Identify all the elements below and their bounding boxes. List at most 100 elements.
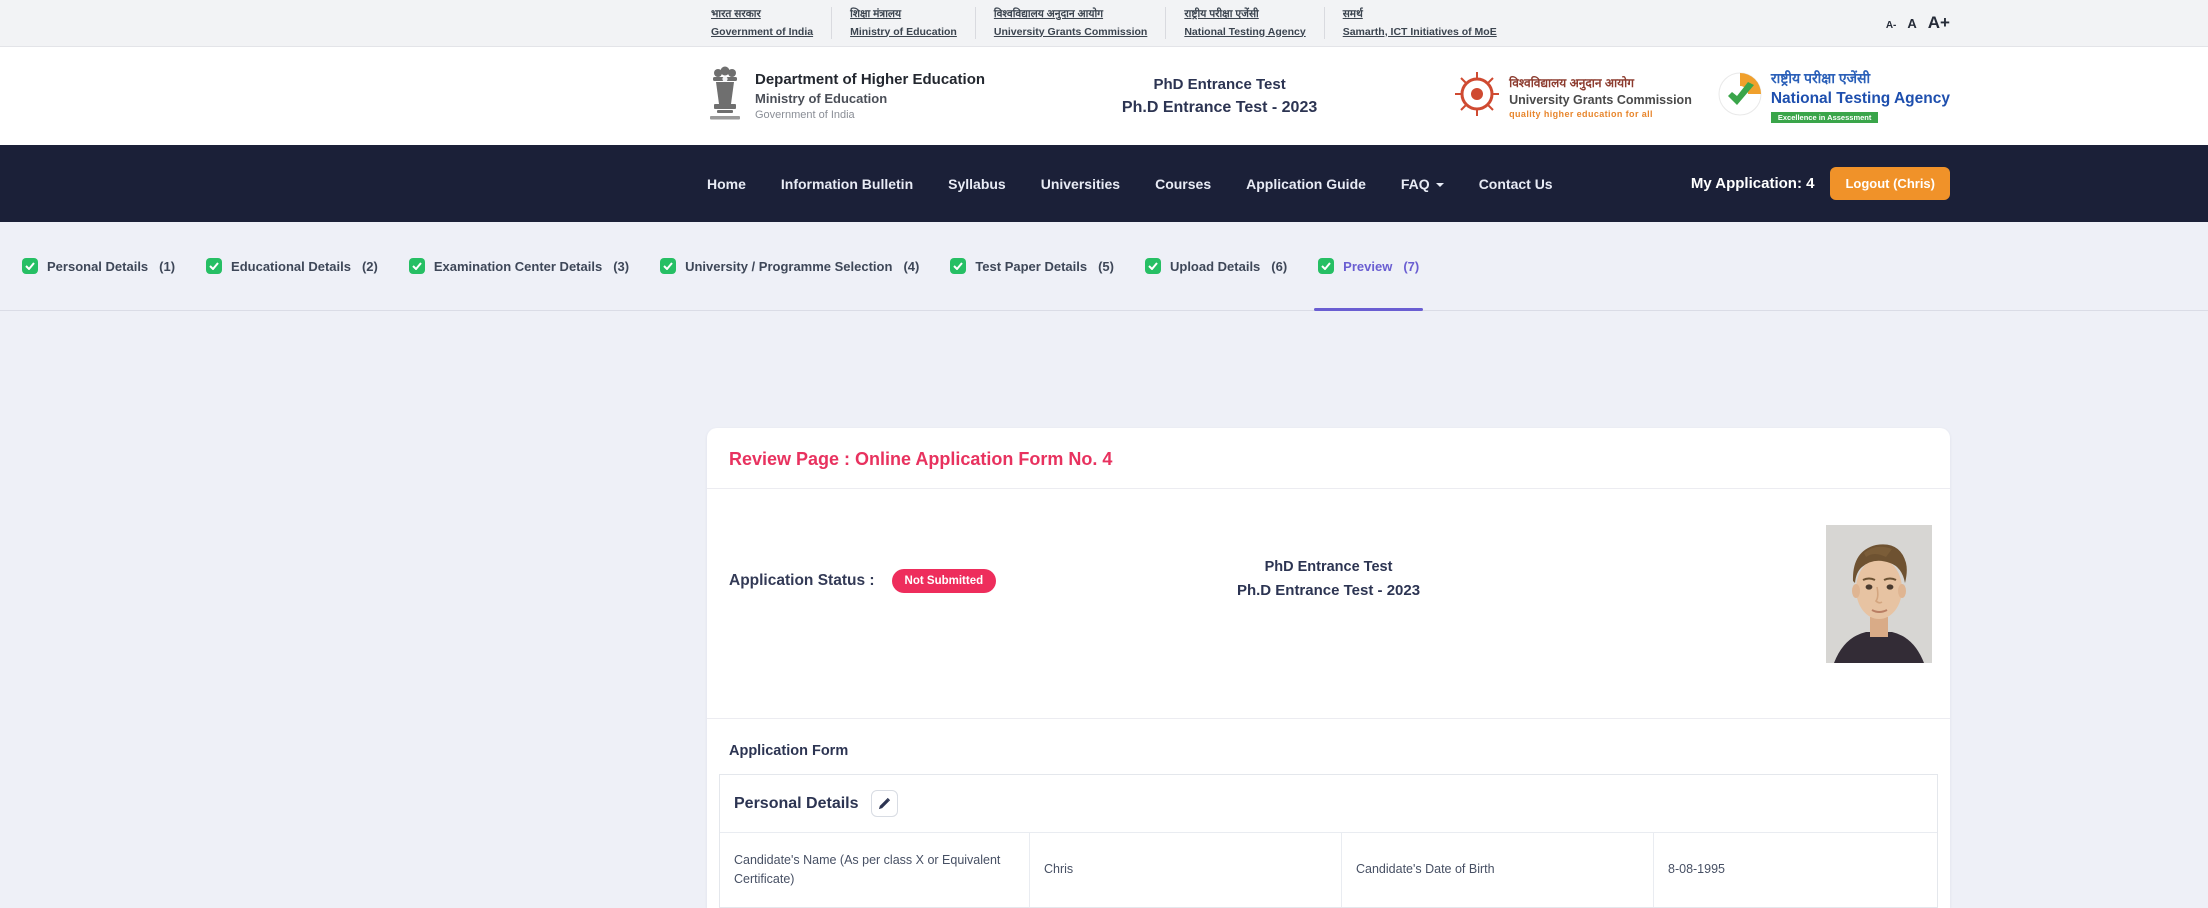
link-ministry-of-education[interactable]: शिक्षा मंत्रालय Ministry of Education — [832, 7, 976, 39]
link-hindi-label: समर्थ — [1342, 8, 1363, 21]
step-label: Upload Details — [1169, 258, 1261, 274]
field-label-date-of-birth: Candidate's Date of Birth — [1342, 833, 1654, 907]
review-page-title: Review Page : Online Application Form No… — [729, 449, 1113, 469]
main-navbar: Home Information Bulletin Syllabus Unive… — [0, 145, 2208, 222]
ugc-english-name: University Grants Commission — [1509, 92, 1692, 107]
link-english-label: University Grants Commission — [993, 25, 1148, 38]
application-form-label: Application Form — [729, 743, 849, 759]
checked-checkbox-icon[interactable] — [1144, 258, 1161, 274]
checked-checkbox-icon[interactable] — [22, 258, 38, 274]
link-english-label: Samarth, ICT Initiatives of MoE — [1342, 25, 1497, 38]
step-number: (6) — [1271, 258, 1288, 274]
step-label: Educational Details — [231, 258, 351, 274]
site-header: Department of Higher Education Ministry … — [0, 47, 2208, 145]
link-samarth[interactable]: समर्थ Samarth, ICT Initiatives of MoE — [1325, 7, 1515, 38]
checked-checkbox-icon[interactable] — [660, 258, 677, 274]
partner-logos: विश्वविद्यालय अनुदान आयोग University Gra… — [1454, 69, 1950, 123]
form-step-tabs: Personal Details (1) Educational Details… — [0, 222, 2208, 311]
department-branding: Department of Higher Education Ministry … — [707, 66, 985, 127]
field-value-date-of-birth: 8-08-1995 — [1668, 862, 1725, 877]
step-number: (1) — [159, 258, 176, 274]
exam-title: PhD Entrance Test Ph.D Entrance Test - 2… — [1122, 76, 1317, 117]
link-english-label: Government of India — [711, 25, 814, 38]
link-government-of-india[interactable]: भारत सरकार Government of India — [707, 7, 833, 39]
font-size-controls: A- A A+ — [1886, 13, 1950, 33]
font-decrease-button[interactable]: A- — [1886, 20, 1897, 31]
personal-details-title: Personal Details — [734, 794, 859, 812]
step-number: (2) — [361, 258, 378, 274]
application-status-section: Application Status : Not Submitted PhD E… — [707, 489, 1950, 719]
step-label: Examination Center Details — [433, 258, 603, 274]
candidate-photo — [1826, 525, 1932, 663]
logout-button[interactable]: Logout (Chris) — [1830, 167, 1950, 200]
nav-item-contact-us[interactable]: Contact Us — [1479, 176, 1553, 192]
ugc-logo: विश्वविद्यालय अनुदान आयोग University Gra… — [1454, 71, 1692, 122]
exam-title-line2: Ph.D Entrance Test - 2023 — [1121, 98, 1318, 116]
field-label-candidate-name: Candidate's Name (As per class X or Equi… — [720, 833, 1030, 907]
department-subtext: Government of India — [755, 109, 855, 121]
step-number: (7) — [1403, 258, 1420, 274]
checked-checkbox-icon[interactable] — [1318, 258, 1335, 274]
my-application-count[interactable]: My Application: 4 — [1691, 175, 1815, 192]
checked-checkbox-icon[interactable] — [950, 258, 967, 274]
ugc-tagline: quality higher education for all — [1509, 108, 1653, 119]
link-hindi-label: विश्वविद्यालय अनुदान आयोग — [993, 8, 1104, 21]
step-number: (3) — [613, 258, 630, 274]
checked-checkbox-icon[interactable] — [408, 258, 425, 274]
nav-item-syllabus[interactable]: Syllabus — [948, 176, 1006, 192]
step-label: Test Paper Details — [975, 258, 1088, 274]
government-links: भारत सरकार Government of India शिक्षा मं… — [707, 7, 1515, 39]
nav-item-home[interactable]: Home — [707, 176, 746, 192]
link-english-label: National Testing Agency — [1184, 25, 1306, 38]
link-hindi-label: शिक्षा मंत्रालय — [850, 8, 902, 21]
top-strip: भारत सरकार Government of India शिक्षा मं… — [0, 0, 2208, 47]
nta-excellence-badge: Excellence in Assessment — [1770, 112, 1879, 123]
nav-menu: Home Information Bulletin Syllabus Unive… — [707, 176, 1553, 192]
india-emblem-icon — [707, 66, 743, 127]
step-educational-details[interactable]: Educational Details (2) — [206, 222, 378, 310]
field-value-candidate-name: Chris — [1030, 833, 1342, 907]
department-title: Department of Higher Education — [755, 71, 986, 88]
link-english-label: Ministry of Education — [850, 25, 957, 38]
nav-item-application-guide[interactable]: Application Guide — [1246, 176, 1366, 192]
main-content: Review Page : Online Application Form No… — [0, 311, 2208, 908]
link-hindi-label: भारत सरकार — [711, 8, 761, 21]
nta-hindi-name: राष्ट्रीय परीक्षा एजेंसी — [1770, 70, 1871, 86]
step-number: (4) — [903, 258, 920, 274]
exam-title-review-line2: Ph.D Entrance Test - 2023 — [1236, 582, 1421, 599]
nta-english-name: National Testing Agency — [1770, 90, 1950, 107]
nav-item-universities[interactable]: Universities — [1041, 176, 1120, 192]
nta-emblem-icon — [1718, 72, 1762, 121]
nav-item-information-bulletin[interactable]: Information Bulletin — [781, 176, 913, 192]
step-examination-center-details[interactable]: Examination Center Details (3) — [408, 222, 630, 310]
link-hindi-label: राष्ट्रीय परीक्षा एजेंसी — [1184, 8, 1259, 21]
nav-item-faq-label: FAQ — [1400, 175, 1430, 192]
link-nta[interactable]: राष्ट्रीय परीक्षा एजेंसी National Testin… — [1166, 7, 1325, 39]
font-increase-button[interactable]: A+ — [1928, 13, 1950, 33]
step-personal-details[interactable]: Personal Details (1) — [22, 222, 175, 310]
review-card: Review Page : Online Application Form No… — [707, 428, 1950, 908]
table-row: Candidate's Name (As per class X or Equi… — [720, 833, 1937, 907]
department-subtitle: Ministry of Education — [755, 91, 888, 106]
step-label: Personal Details — [47, 258, 149, 274]
checked-checkbox-icon[interactable] — [206, 258, 223, 274]
step-preview-active[interactable]: Preview (7) — [1314, 222, 1424, 311]
ugc-hindi-name: विश्वविद्यालय अनुदान आयोग — [1509, 75, 1634, 90]
ugc-emblem-icon — [1454, 71, 1500, 122]
exam-title-review-line1: PhD Entrance Test — [1264, 559, 1393, 575]
step-number: (5) — [1098, 258, 1114, 274]
pencil-icon — [878, 797, 890, 810]
font-normal-button[interactable]: A — [1907, 16, 1916, 31]
step-label: Preview — [1343, 258, 1393, 274]
nav-item-courses[interactable]: Courses — [1155, 176, 1211, 192]
link-ugc[interactable]: विश्वविद्यालय अनुदान आयोग University Gra… — [976, 7, 1167, 39]
personal-details-section: Personal Details Candidate's Name (As pe… — [719, 774, 1938, 908]
exam-title-review: PhD Entrance Test Ph.D Entrance Test - 2… — [707, 559, 1950, 599]
exam-title-line1: PhD Entrance Test — [1153, 75, 1286, 93]
step-university-programme-selection[interactable]: University / Programme Selection (4) — [660, 222, 919, 310]
chevron-down-icon — [1435, 182, 1444, 187]
nav-item-faq[interactable]: FAQ — [1401, 176, 1444, 192]
step-test-paper-details[interactable]: Test Paper Details (5) — [950, 222, 1114, 310]
edit-personal-details-button[interactable] — [870, 790, 898, 817]
step-upload-details[interactable]: Upload Details (6) — [1144, 222, 1288, 310]
